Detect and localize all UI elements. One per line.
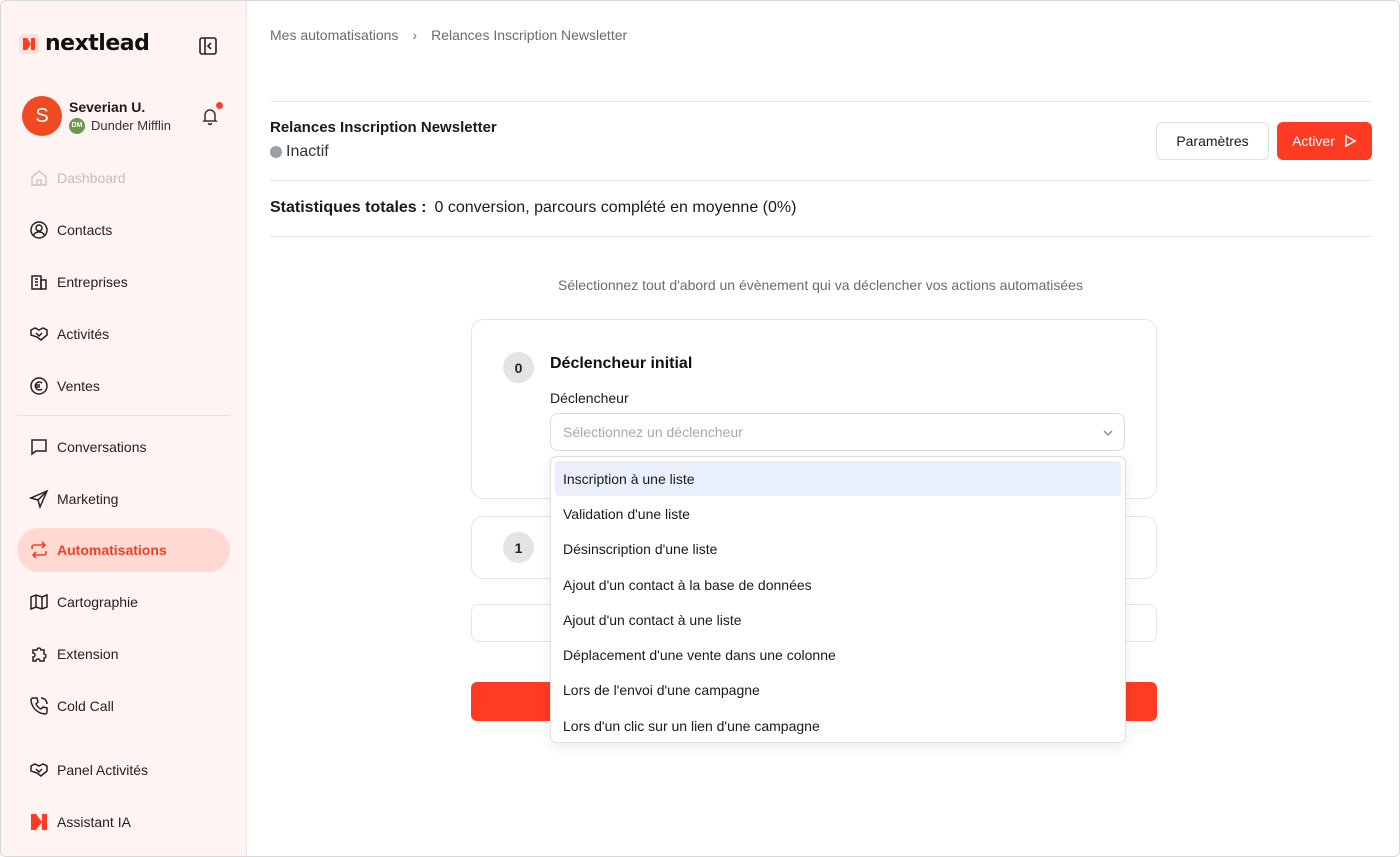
sidebar-item-assistant-ia[interactable]: Assistant IA [17, 800, 230, 844]
nextlead-logo-icon [19, 33, 39, 54]
trigger-card-title: Déclencheur initial [550, 355, 693, 372]
sidebar-item-extension[interactable]: Extension [17, 632, 230, 676]
sidebar-item-marketing[interactable]: Marketing [17, 477, 230, 521]
sidebar-item-conversations[interactable]: Conversations [17, 425, 230, 469]
organization: DM Dunder Mifflin [69, 117, 171, 134]
dropdown-option[interactable]: Inscription à une liste [555, 461, 1121, 497]
app-window: nextlead S Severian U. DM Dunder Mifflin [0, 0, 1400, 857]
sidebar-item-ventes[interactable]: Ventes [17, 364, 230, 408]
activer-label: Activer [1292, 133, 1335, 149]
breadcrumb-current: Relances Inscription Newsletter [431, 27, 628, 43]
dropdown-option[interactable]: Lors d'un clic sur un lien d'une campagn… [555, 708, 1121, 743]
breadcrumb: Mes automatisations › Relances Inscripti… [270, 27, 627, 43]
sidebar-item-entreprises[interactable]: Entreprises [17, 260, 230, 304]
sidebar: nextlead S Severian U. DM Dunder Mifflin [1, 1, 247, 856]
step-number: 1 [503, 532, 534, 563]
total-statistics: Statistiques totales : 0 conversion, parc… [270, 199, 796, 217]
phone-icon [30, 697, 48, 715]
activer-button[interactable]: Activer [1277, 122, 1372, 160]
dropdown-option[interactable]: Déplacement d'une vente dans une colonne [555, 637, 1121, 672]
logo[interactable]: nextlead [19, 31, 150, 56]
stats-value: 0 conversion, parcours complété en moyen… [434, 199, 797, 216]
building-icon [31, 275, 47, 290]
chat-icon [31, 439, 47, 456]
home-icon [31, 170, 47, 186]
play-icon [1345, 134, 1357, 148]
handshake-icon [30, 763, 48, 777]
user-profile[interactable]: S Severian U. DM Dunder Mifflin [22, 96, 171, 136]
euro-icon [30, 377, 48, 395]
repeat-icon [31, 541, 47, 559]
sidebar-item-cold-call[interactable]: Cold Call [17, 684, 230, 728]
handshake-icon [30, 327, 48, 341]
logo-text: nextlead [45, 31, 150, 56]
puzzle-icon [32, 647, 47, 662]
sidebar-item-contacts[interactable]: Contacts [17, 208, 230, 252]
status-dot [270, 146, 282, 158]
org-badge: DM [69, 117, 85, 134]
chevron-down-icon [1103, 430, 1113, 436]
notification-dot [215, 101, 224, 110]
avatar[interactable]: S [22, 96, 62, 136]
dropdown-option[interactable]: Lors de l'envoi d'une campagne [555, 673, 1121, 708]
trigger-select-placeholder: Sélectionnez un déclencheur [563, 424, 743, 440]
sidebar-item-panel-activites[interactable]: Panel Activités [17, 748, 230, 792]
trigger-select[interactable]: Sélectionnez un déclencheur [550, 413, 1125, 451]
step-number: 0 [503, 352, 534, 383]
trigger-hint: Sélectionnez tout d'abord un évènement q… [558, 277, 1083, 293]
trigger-field-label: Déclencheur [550, 390, 629, 406]
nextlead-logo-icon [31, 814, 47, 830]
divider [270, 180, 1371, 181]
trigger-dropdown: Inscription à une liste Validation d'une… [550, 456, 1126, 743]
sidebar-item-automatisations[interactable]: Automatisations [17, 528, 230, 572]
user-circle-icon [30, 221, 48, 239]
status-indicator: Inactif [270, 143, 329, 161]
collapse-sidebar-icon[interactable] [198, 36, 218, 56]
breadcrumb-parent-link[interactable]: Mes automatisations [270, 27, 398, 43]
divider [270, 236, 1371, 237]
org-name: Dunder Mifflin [91, 118, 171, 133]
dropdown-option[interactable]: Ajout d'un contact à la base de données [555, 567, 1121, 602]
parametres-button[interactable]: Paramètres [1156, 122, 1269, 160]
dropdown-option[interactable]: Ajout d'un contact à une liste [555, 602, 1121, 637]
main-content: Mes automatisations › Relances Inscripti… [248, 1, 1399, 856]
sidebar-divider [17, 415, 230, 416]
divider [270, 101, 1371, 102]
dropdown-option[interactable]: Validation d'une liste [555, 496, 1121, 531]
stats-label: Statistiques totales : [270, 199, 427, 216]
sidebar-item-dashboard[interactable]: Dashboard [17, 156, 230, 200]
sidebar-item-activites[interactable]: Activités [17, 312, 230, 356]
sidebar-item-cartographie[interactable]: Cartographie [17, 580, 230, 624]
status-label: Inactif [286, 143, 329, 160]
user-name: Severian U. [69, 98, 146, 115]
chevron-right-icon: › [412, 27, 418, 43]
automation-title: Relances Inscription Newsletter [270, 119, 497, 136]
send-icon [29, 489, 49, 509]
map-icon [30, 593, 48, 611]
dropdown-option[interactable]: Désinscription d'une liste [555, 532, 1121, 567]
